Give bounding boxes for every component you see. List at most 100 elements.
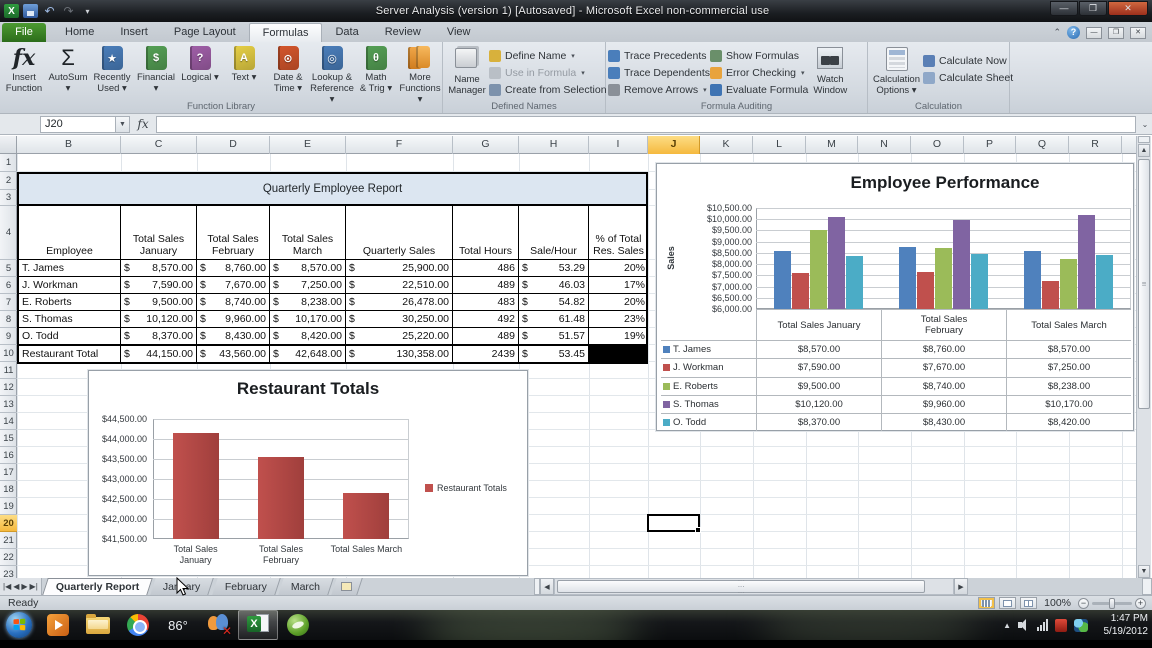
name-box-dropdown-icon[interactable]: ▼ xyxy=(116,115,130,133)
table-cell[interactable]: $30,250.00 xyxy=(346,311,453,327)
table-column-header[interactable]: Total Sales February xyxy=(197,206,270,259)
table-cell[interactable]: J. Workman xyxy=(19,277,121,293)
row-header-17[interactable]: 17 xyxy=(0,464,17,481)
show-hidden-icons[interactable]: ▲ xyxy=(1003,621,1011,630)
first-sheet-icon[interactable]: |◀ xyxy=(3,582,11,591)
table-cell[interactable]: $9,500.00 xyxy=(121,294,197,310)
ribbon-button-name-manager[interactable]: Name Manager xyxy=(445,44,489,97)
row-header-3[interactable]: 3 xyxy=(0,190,17,206)
table-cell[interactable] xyxy=(589,346,648,362)
scroll-down-icon[interactable]: ▼ xyxy=(1138,565,1150,578)
table-cell[interactable]: $51.57 xyxy=(519,328,589,344)
table-column-header[interactable]: % of Total Res. Sales xyxy=(589,206,648,259)
employee-performance-chart[interactable]: Employee Performance Sales $10,500.00 $10,0… xyxy=(656,163,1134,432)
table-cell[interactable]: $8,420.00 xyxy=(270,328,346,344)
ribbon-button-insert-function[interactable]: fx Insert Function xyxy=(2,44,46,95)
ribbon-button-evaluate-formula[interactable]: Evaluate Formula xyxy=(710,81,808,98)
ribbon-button-define-name[interactable]: Define Name ▾ xyxy=(489,47,607,64)
volume-icon[interactable] xyxy=(1018,619,1030,631)
table-cell[interactable]: T. James xyxy=(19,260,121,276)
start-button[interactable] xyxy=(6,612,32,638)
taskbar-clock[interactable]: 1:47 PM 5/19/2012 xyxy=(1104,612,1149,638)
restaurant-totals-chart[interactable]: Restaurant Totals $44,500.00 $44,000.00 $43… xyxy=(88,370,528,576)
table-column-header[interactable]: Employee xyxy=(19,206,121,259)
weather-icon[interactable]: 86° xyxy=(158,610,198,640)
ribbon-button-calculate-sheet[interactable]: Calculate Sheet xyxy=(923,69,1013,86)
column-header-i[interactable]: I xyxy=(589,136,648,154)
tray-security-icon[interactable] xyxy=(1074,618,1088,632)
column-header-g[interactable]: G xyxy=(453,136,519,154)
column-header-d[interactable]: D xyxy=(197,136,270,154)
column-header-p[interactable]: P xyxy=(964,136,1016,154)
table-cell[interactable]: $25,900.00 xyxy=(346,260,453,276)
undo-icon[interactable]: ↶ xyxy=(42,4,57,18)
ribbon-button-create-from-selection[interactable]: Create from Selection xyxy=(489,81,607,98)
insert-function-fx-icon[interactable]: fx xyxy=(130,117,156,131)
table-cell[interactable]: $8,370.00 xyxy=(121,328,197,344)
column-header-m[interactable]: M xyxy=(806,136,858,154)
horizontal-scroll-thumb[interactable] xyxy=(556,580,925,593)
tray-red-icon[interactable] xyxy=(1055,618,1067,632)
table-cell[interactable]: $10,120.00 xyxy=(121,311,197,327)
table-cell[interactable]: $8,760.00 xyxy=(197,260,270,276)
redo-icon[interactable]: ↷ xyxy=(61,4,76,18)
row-header-15[interactable]: 15 xyxy=(0,430,17,447)
ribbon-button-remove-arrows[interactable]: Remove Arrows ▾ xyxy=(608,81,710,98)
ribbon-button-recently-used[interactable]: ★ Recently Used ▾ xyxy=(90,44,134,95)
row-header-18[interactable]: 18 xyxy=(0,481,17,498)
row-header-11[interactable]: 11 xyxy=(0,362,17,379)
row-header-10[interactable]: 10 xyxy=(0,345,17,362)
table-cell[interactable]: $44,150.00 xyxy=(121,346,197,362)
table-cell[interactable]: $8,570.00 xyxy=(270,260,346,276)
zoom-in-icon[interactable]: + xyxy=(1135,597,1146,609)
table-column-header[interactable]: Total Sales March xyxy=(270,206,346,259)
row-header-20[interactable]: 20 xyxy=(0,515,17,532)
row-header-22[interactable]: 22 xyxy=(0,549,17,566)
chrome-icon[interactable] xyxy=(118,610,158,640)
column-header-e[interactable]: E xyxy=(270,136,346,154)
ribbon-tab-data[interactable]: Data xyxy=(322,23,371,42)
hscroll-right-icon[interactable]: ▶ xyxy=(953,578,968,595)
excel-taskbar-icon[interactable]: X xyxy=(238,610,278,640)
row-header-6[interactable]: 6 xyxy=(0,277,17,294)
table-cell[interactable]: Restaurant Total xyxy=(19,346,121,362)
ribbon-tab-view[interactable]: View xyxy=(434,23,484,42)
insert-worksheet-tab[interactable] xyxy=(331,578,363,595)
column-header-k[interactable]: K xyxy=(700,136,753,154)
zoom-thumb[interactable] xyxy=(1109,597,1115,609)
table-cell[interactable]: E. Roberts xyxy=(19,294,121,310)
row-header-13[interactable]: 13 xyxy=(0,396,17,413)
scroll-split-handle[interactable] xyxy=(1138,136,1150,143)
table-cell[interactable]: 20% xyxy=(589,260,648,276)
ribbon-button-financial[interactable]: $ Financial ▾ xyxy=(134,44,178,95)
help-icon[interactable]: ? xyxy=(1067,26,1080,39)
page-break-view-button[interactable] xyxy=(1020,597,1038,609)
name-box[interactable]: J20 xyxy=(40,115,116,133)
select-all-corner[interactable] xyxy=(0,136,17,154)
table-column-header[interactable]: Total Hours xyxy=(453,206,519,259)
ribbon-button-lookup-reference[interactable]: ◎ Lookup & Reference ▾ xyxy=(310,44,354,106)
row-header-21[interactable]: 21 xyxy=(0,532,17,549)
table-column-header[interactable]: Quarterly Sales xyxy=(346,206,453,259)
page-layout-view-button[interactable] xyxy=(999,597,1017,609)
table-cell[interactable]: $130,358.00 xyxy=(346,346,453,362)
column-header-b[interactable]: B xyxy=(17,136,121,154)
row-header-23[interactable]: 23 xyxy=(0,566,17,579)
zoom-track[interactable] xyxy=(1092,597,1132,609)
table-cell[interactable]: $46.03 xyxy=(519,277,589,293)
table-cell[interactable]: $7,670.00 xyxy=(197,277,270,293)
column-header-l[interactable]: L xyxy=(753,136,806,154)
table-cell[interactable]: 19% xyxy=(589,328,648,344)
table-column-header[interactable]: Total Sales January xyxy=(121,206,197,259)
column-header-c[interactable]: C xyxy=(121,136,197,154)
ribbon-button-more-functions[interactable]: More Functions ▾ xyxy=(398,44,442,106)
table-cell[interactable]: $42,648.00 xyxy=(270,346,346,362)
collapse-ribbon-icon[interactable]: ⌃ xyxy=(1053,27,1061,38)
media-player-icon[interactable] xyxy=(38,610,78,640)
sheet-tab-quarterly-report[interactable]: Quarterly Report xyxy=(42,578,153,595)
save-icon[interactable] xyxy=(23,4,38,18)
ribbon-tab-insert[interactable]: Insert xyxy=(107,23,161,42)
table-cell[interactable]: $7,590.00 xyxy=(121,277,197,293)
formula-bar-expand-icon[interactable]: ⌄ xyxy=(1138,116,1152,133)
explorer-icon[interactable] xyxy=(78,610,118,640)
